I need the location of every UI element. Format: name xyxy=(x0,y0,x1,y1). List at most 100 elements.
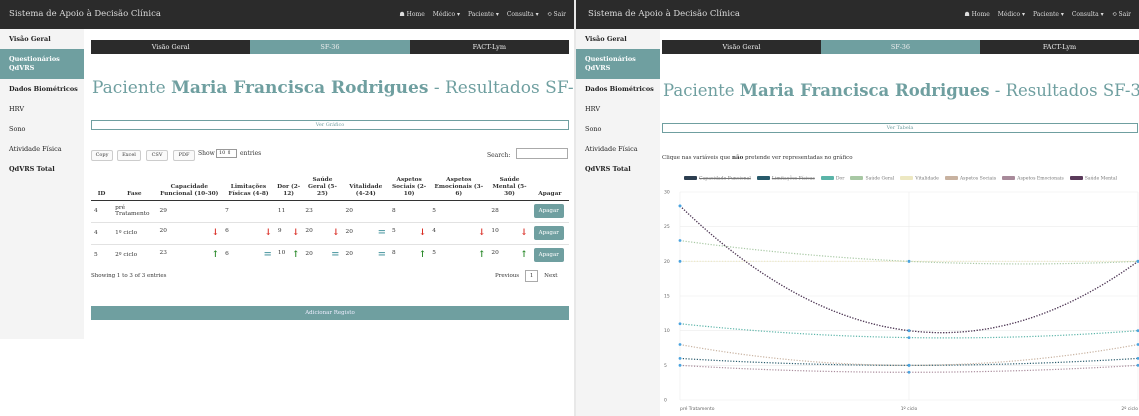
legend-item[interactable]: Saúde Mental xyxy=(1069,176,1117,182)
page-length-select[interactable]: 10 ⇕ xyxy=(216,149,237,158)
arrow-down-icon: ↓ xyxy=(211,228,220,238)
data-point xyxy=(678,322,682,326)
sidebar-item-qdvrs-total[interactable]: QdVRS Total xyxy=(0,159,84,179)
col-id[interactable]: ID xyxy=(91,166,113,201)
legend-item[interactable]: Capacidade Funcional xyxy=(684,176,751,182)
delete-button[interactable]: Apagar xyxy=(533,248,564,263)
legend-label: Saúde Geral xyxy=(865,176,895,182)
sidebar-item-dados-biometricos[interactable]: Dados Biométricos xyxy=(576,79,660,99)
brand[interactable]: Sistema de Apoio à Decisão Clínica xyxy=(9,9,161,19)
delete-button[interactable]: Apagar xyxy=(533,204,564,218)
page-title: Paciente Maria Francisca Rodrigues - Res… xyxy=(663,81,1139,100)
legend-label: Aspetos Sociais xyxy=(959,176,997,182)
cell-value: pré Tratamento xyxy=(115,205,150,217)
chart-hint: Clique nas variáveis que não pretende ve… xyxy=(662,155,853,161)
data-point xyxy=(678,343,682,346)
sidebar-item-atividade-fisica[interactable]: Atividade Física xyxy=(0,139,84,159)
title-suffix: - Resultados SF-36 Tabela xyxy=(433,78,574,98)
nav-medico-menu[interactable]: Médico ▾ xyxy=(998,11,1025,18)
sidebar-item-atividade-fisica[interactable]: Atividade Física xyxy=(576,139,660,159)
col-saude-mental[interactable]: Saúde Mental (5-30) xyxy=(488,166,531,201)
excel-button[interactable]: Excel xyxy=(117,150,141,161)
cell-value: 11 xyxy=(277,208,286,214)
tab-visao-geral[interactable]: Visão Geral xyxy=(662,40,821,54)
tab-sf36[interactable]: SF-36 xyxy=(250,40,410,54)
nav-consulta-menu[interactable]: Consulta ▾ xyxy=(507,11,539,18)
legend-item[interactable]: Dor xyxy=(820,176,844,182)
col-vitalidade[interactable]: Vitalidade (4-24) xyxy=(342,166,390,201)
cell-value: 23 xyxy=(305,208,313,214)
cell-saude-mental: 20 ↑ xyxy=(488,243,531,266)
nav-logout-link[interactable]: ⟲ Sair xyxy=(1112,11,1131,18)
navbar: Sistema de Apoio à Decisão Clínica ☗ Hom… xyxy=(0,0,574,29)
sidebar-item-hrv[interactable]: HRV xyxy=(0,99,84,119)
legend-item[interactable]: Limitações Físicas xyxy=(756,176,815,182)
cell-value: 20 xyxy=(491,250,499,257)
col-limitacoes-fisicas[interactable]: Limitações Físicas (4-8) xyxy=(222,166,275,201)
nav-paciente-menu[interactable]: Paciente ▾ xyxy=(1033,11,1064,18)
cell-value: 5 xyxy=(432,250,436,257)
sidebar-item-dados-biometricos[interactable]: Dados Biométricos xyxy=(0,79,84,99)
col-saude-geral[interactable]: Saúde Geral (5-25) xyxy=(302,166,343,201)
sidebar-item-sono[interactable]: Sono xyxy=(0,119,84,139)
legend-label: Aspetos Emocionais xyxy=(1017,176,1064,182)
pagination-next[interactable]: Next xyxy=(544,273,557,279)
tab-sf36[interactable]: SF-36 xyxy=(821,40,980,54)
tab-visao-geral[interactable]: Visão Geral xyxy=(91,40,251,54)
arrow-down-icon: ↓ xyxy=(418,228,427,238)
nav-consulta-menu[interactable]: Consulta ▾ xyxy=(1072,11,1104,18)
cell-value: 23 xyxy=(159,250,167,257)
nav-medico-menu[interactable]: Médico ▾ xyxy=(433,11,460,18)
cell-id: 4 xyxy=(91,221,113,244)
col-apagar: Apagar xyxy=(530,166,569,201)
nav-home-link[interactable]: ☗ Home xyxy=(399,11,424,18)
sidebar-item-hrv[interactable]: HRV xyxy=(576,99,660,119)
add-record-button[interactable]: Adicionar Registo xyxy=(91,306,569,320)
view-graph-button[interactable]: Ver Gráfico xyxy=(91,120,569,130)
cell-dor: 10 ↑ xyxy=(274,243,303,266)
table-row: 4 pré Tratamento 29 7 11 23 20 8 5 28 Apagar xyxy=(91,199,569,222)
view-table-button[interactable]: Ver Tabela xyxy=(662,123,1138,133)
legend-item[interactable]: Vitalidade xyxy=(900,176,939,182)
cell-value: 6 xyxy=(225,251,229,258)
nav-logout-link[interactable]: ⟲ Sair xyxy=(547,11,566,18)
tab-fact-lym[interactable]: FACT-Lym xyxy=(409,40,569,54)
legend-item[interactable]: Aspetos Sociais xyxy=(944,176,997,182)
sidebar-item-questionarios[interactable]: Questionários QdVRS xyxy=(0,49,84,79)
legend-item[interactable]: Saúde Geral xyxy=(850,176,894,182)
nav-paciente-menu[interactable]: Paciente ▾ xyxy=(468,11,499,18)
table-row: 5 2º ciclo 23 ↑ 6 = 10 ↑ 20 = 20 = 8 ↑ 5 ↑ 20 ↑ Apagar xyxy=(91,243,569,266)
col-dor[interactable]: Dor (2-12) xyxy=(274,166,303,201)
pdf-button[interactable]: PDF xyxy=(173,150,195,161)
data-point xyxy=(907,370,911,374)
brand[interactable]: Sistema de Apoio à Decisão Clínica xyxy=(588,9,740,19)
col-capacidade-funcional[interactable]: Capacidade Funcional (10-30) xyxy=(156,166,223,201)
sidebar-item-qdvrs-total[interactable]: QdVRS Total xyxy=(576,159,660,179)
search-input[interactable] xyxy=(516,148,568,159)
cell-value: 4 xyxy=(94,208,98,214)
arrow-up-icon: ↑ xyxy=(211,250,220,261)
sidebar-item-visao-geral[interactable]: Visão Geral xyxy=(576,29,660,49)
tab-fact-lym[interactable]: FACT-Lym xyxy=(980,40,1139,54)
sidebar-item-questionarios[interactable]: Questionários QdVRS xyxy=(576,49,660,79)
chart-legend: Capacidade Funcional Limitações Físicas Do… xyxy=(684,176,1123,182)
col-fase[interactable]: Fase xyxy=(112,166,157,201)
pagination-previous[interactable]: Previous xyxy=(495,273,519,279)
equal-icon: = xyxy=(377,227,387,238)
cell-aspetos-emocionais: 4 ↓ xyxy=(429,221,489,244)
legend-item[interactable]: Aspetos Emocionais xyxy=(1002,176,1064,182)
nav-home-link[interactable]: ☗ Home xyxy=(964,11,989,18)
csv-button[interactable]: CSV xyxy=(146,150,168,161)
col-aspetos-sociais[interactable]: Aspetos Sociais (2-10) xyxy=(389,166,430,201)
cell-fase: pré Tratamento xyxy=(112,199,157,222)
copy-button[interactable]: Copy xyxy=(91,150,113,161)
pagination-page-1[interactable]: 1 xyxy=(524,270,539,282)
arrow-up-icon: ↑ xyxy=(477,250,486,261)
arrow-down-icon: ↓ xyxy=(477,228,486,238)
cell-value: 20 xyxy=(159,228,167,234)
equal-icon: = xyxy=(331,249,340,261)
col-aspetos-emocionais[interactable]: Aspetos Emocionais (3-6) xyxy=(429,166,489,201)
sidebar-item-visao-geral[interactable]: Visão Geral xyxy=(0,29,84,49)
sidebar-item-sono[interactable]: Sono xyxy=(576,119,660,139)
delete-button[interactable]: Apagar xyxy=(533,226,564,240)
